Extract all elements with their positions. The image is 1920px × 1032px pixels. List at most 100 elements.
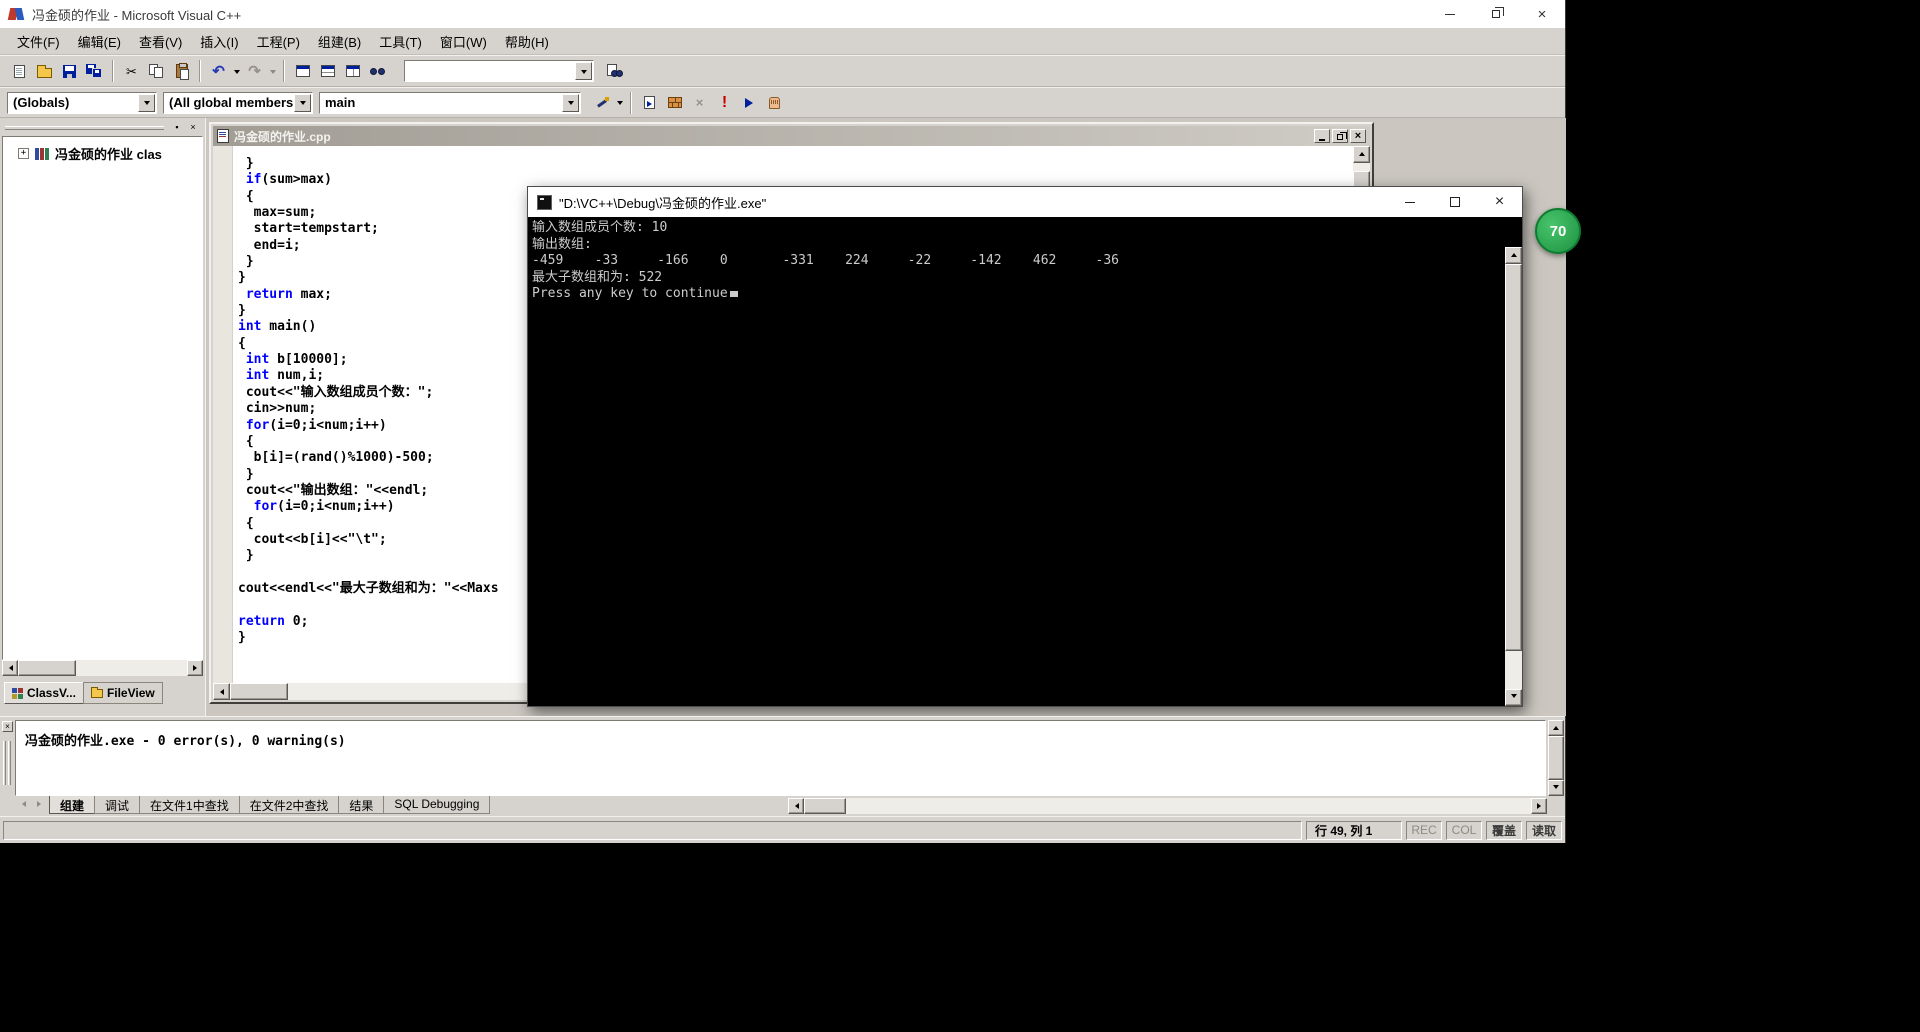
undo-dropdown-button[interactable]: [231, 59, 242, 83]
tab-fileview[interactable]: FileView: [82, 682, 163, 704]
output-tab-find2[interactable]: 在文件2中查找: [238, 796, 340, 814]
copy-button[interactable]: [144, 59, 169, 83]
scroll-track[interactable]: [1505, 264, 1522, 689]
output-tab-find1[interactable]: 在文件1中查找: [139, 796, 240, 814]
scroll-track[interactable]: [1548, 736, 1564, 780]
stop-build-button[interactable]: ×: [687, 91, 712, 115]
console-minimize-button[interactable]: [1387, 187, 1432, 217]
selection-margin[interactable]: [213, 146, 233, 683]
find-combo-input[interactable]: [405, 61, 574, 81]
window-list-button[interactable]: [340, 59, 365, 83]
output-tab-sql[interactable]: SQL Debugging: [383, 796, 491, 814]
console-maximize-button[interactable]: [1432, 187, 1477, 217]
restore-button[interactable]: [1473, 0, 1519, 28]
save-all-button[interactable]: [82, 59, 107, 83]
menu-item-project[interactable]: 工程(P): [248, 28, 309, 55]
scroll-left-button[interactable]: [2, 660, 18, 676]
compile-button[interactable]: [637, 91, 662, 115]
save-button[interactable]: [57, 59, 82, 83]
console-close-button[interactable]: ×: [1477, 187, 1522, 217]
scroll-down-button[interactable]: [1548, 780, 1564, 796]
class-tree[interactable]: + 冯金硕的作业 clas: [2, 136, 203, 660]
workspace-toggle-button[interactable]: [290, 59, 315, 83]
workspace-gripper[interactable]: ▪ ×: [5, 121, 200, 134]
scroll-right-button[interactable]: [187, 660, 203, 676]
tab-classview[interactable]: ClassV...: [4, 682, 84, 704]
editor-close-button[interactable]: ×: [1350, 129, 1366, 143]
scroll-thumb[interactable]: [1505, 264, 1522, 651]
open-file-button[interactable]: [32, 59, 57, 83]
find-combo-drop-button[interactable]: [575, 62, 592, 80]
tab-scroll-left-button[interactable]: [15, 796, 31, 812]
execute-button[interactable]: !: [712, 91, 737, 115]
menu-item-help[interactable]: 帮助(H): [496, 28, 558, 55]
filter-combo-drop-button[interactable]: [294, 93, 311, 112]
output-close-button[interactable]: ×: [2, 721, 13, 732]
close-button[interactable]: ×: [1519, 0, 1565, 28]
menu-item-tools[interactable]: 工具(T): [370, 28, 431, 55]
output-toggle-button[interactable]: [315, 59, 340, 83]
output-gripper[interactable]: ×: [2, 721, 14, 812]
scroll-right-button[interactable]: [1531, 798, 1547, 814]
editor-minimize-button[interactable]: [1314, 129, 1330, 143]
overlay-badge[interactable]: 70: [1535, 208, 1581, 254]
paste-button[interactable]: [169, 59, 194, 83]
menu-item-view[interactable]: 查看(V): [130, 28, 191, 55]
class-combo-drop-button[interactable]: [138, 93, 155, 112]
editor-restore-button[interactable]: [1332, 129, 1348, 143]
scroll-track[interactable]: [804, 798, 1531, 814]
tree-root-label[interactable]: 冯金硕的作业 clas: [55, 144, 162, 163]
menu-item-window[interactable]: 窗口(W): [431, 28, 496, 55]
workspace-window-icon: [295, 65, 310, 77]
new-file-button[interactable]: [7, 59, 32, 83]
redo-dropdown-button[interactable]: [267, 59, 278, 83]
breakpoint-button[interactable]: [762, 91, 787, 115]
member-combo-drop-button[interactable]: [562, 93, 579, 112]
menu-item-edit[interactable]: 编辑(E): [69, 28, 130, 55]
output-vscrollbar[interactable]: [1548, 720, 1564, 796]
scroll-track[interactable]: [18, 660, 187, 676]
tab-scroll-right-button[interactable]: [31, 796, 47, 812]
tree-root-row[interactable]: + 冯金硕的作业 clas: [18, 144, 202, 163]
menu-item-insert[interactable]: 插入(I): [191, 28, 247, 55]
menu-item-build[interactable]: 组建(B): [309, 28, 370, 55]
scroll-left-button[interactable]: [213, 683, 230, 700]
scroll-thumb[interactable]: [804, 798, 846, 814]
find-in-files-button[interactable]: [602, 59, 627, 83]
output-hscrollbar[interactable]: [788, 798, 1547, 814]
scroll-up-button[interactable]: [1353, 146, 1370, 163]
wizard-actions-dropdown-button[interactable]: [614, 91, 625, 115]
scroll-left-button[interactable]: [788, 798, 804, 814]
redo-button[interactable]: ↷: [242, 59, 267, 83]
class-combo-value[interactable]: (Globals): [8, 95, 137, 110]
build-output[interactable]: 冯金硕的作业.exe - 0 error(s), 0 warning(s): [15, 720, 1546, 796]
output-tab-debug[interactable]: 调试: [94, 796, 141, 814]
find-button[interactable]: [365, 59, 390, 83]
tree-expand-button[interactable]: +: [18, 148, 29, 159]
scroll-up-button[interactable]: [1505, 247, 1522, 264]
scroll-up-button[interactable]: [1548, 720, 1564, 736]
build-button[interactable]: [662, 91, 687, 115]
wizard-actions-button[interactable]: [589, 91, 614, 115]
console-vscrollbar[interactable]: [1505, 247, 1522, 706]
cut-button[interactable]: ✂: [119, 59, 144, 83]
output-tab-results[interactable]: 结果: [338, 796, 385, 814]
scroll-thumb[interactable]: [1548, 736, 1564, 780]
scroll-thumb[interactable]: [230, 683, 288, 700]
minimize-button[interactable]: [1427, 0, 1473, 28]
undo-button[interactable]: ↶: [206, 59, 231, 83]
member-combo-value[interactable]: main: [320, 95, 561, 110]
workspace-close-button[interactable]: ×: [186, 122, 200, 134]
editor-title-bar[interactable]: 冯金硕的作业.cpp ×: [213, 126, 1370, 146]
workspace-hscrollbar[interactable]: [2, 660, 203, 676]
console-title-bar[interactable]: "D:\VC++\Debug\冯金硕的作业.exe" ×: [528, 187, 1522, 217]
workspace-pin-button[interactable]: ▪: [170, 122, 184, 134]
scroll-thumb[interactable]: [18, 660, 76, 676]
code-area[interactable]: } if(sum>max) { max=sum; start=tempstart…: [238, 156, 499, 646]
menu-item-file[interactable]: 文件(F): [8, 28, 69, 55]
go-button[interactable]: [737, 91, 762, 115]
console-text[interactable]: 输入数组成员个数: 10 输出数组: -459 -33 -166 0 -331 22…: [532, 220, 1502, 706]
scroll-down-button[interactable]: [1505, 689, 1522, 706]
filter-combo-value[interactable]: (All global members): [164, 95, 293, 110]
output-tab-build[interactable]: 组建: [49, 796, 96, 814]
